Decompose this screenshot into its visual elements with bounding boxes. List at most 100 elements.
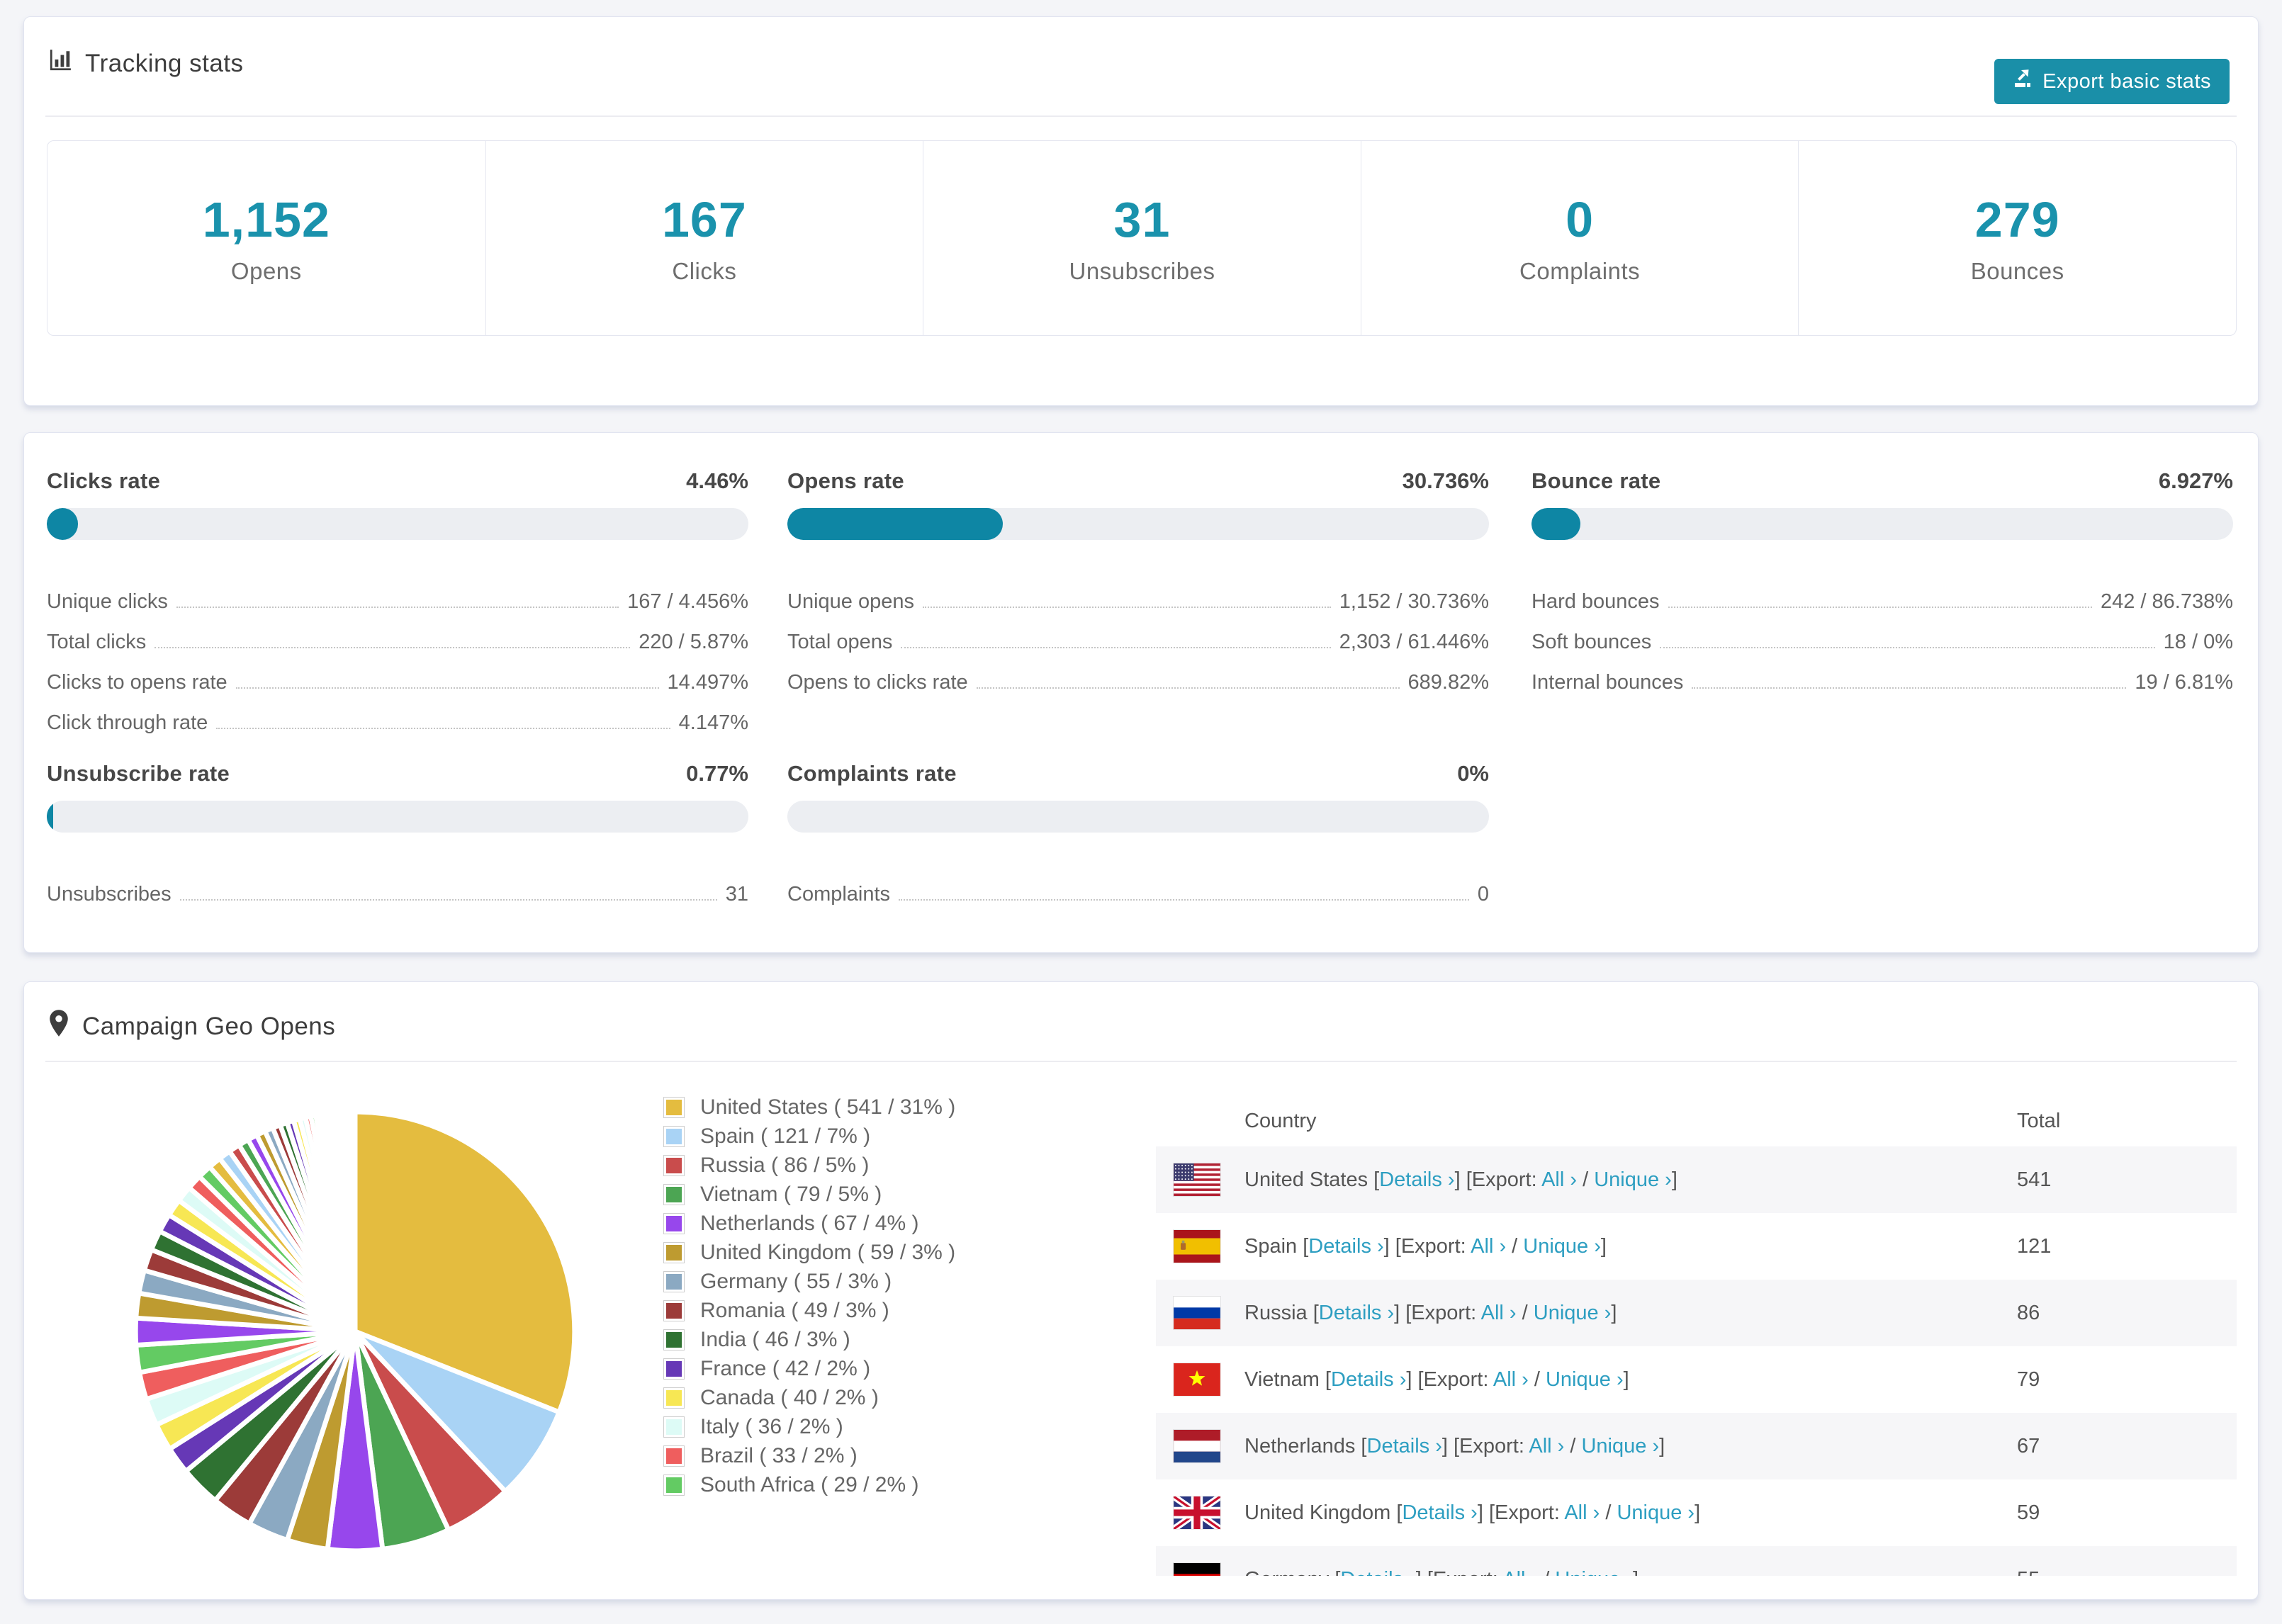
pie-legend: United States ( 541 / 31% ) Spain ( 121 /… — [663, 1093, 955, 1499]
legend-item-netherlands: Netherlands ( 67 / 4% ) — [663, 1209, 955, 1238]
rate-row-value: 31 — [725, 883, 748, 906]
rate-percentage: 6.927% — [2158, 468, 2233, 493]
details-link[interactable]: Details › — [1308, 1235, 1383, 1258]
rate-row-value: 4.147% — [678, 711, 748, 734]
rate-row: Total opens 2,303 / 61.446% — [787, 614, 1489, 654]
export-unique-link[interactable]: Unique › — [1594, 1168, 1672, 1191]
column-header-total: Total — [2017, 1109, 2061, 1132]
export-all-link[interactable]: All › — [1481, 1302, 1517, 1324]
tracking-stats-card: Tracking stats Export basic stats 1,152 O… — [23, 16, 2259, 406]
geo-title: Campaign Geo Opens — [48, 1009, 335, 1044]
stat-value: 279 — [1974, 192, 2060, 247]
rate-rows: Unsubscribes 31 — [47, 866, 748, 906]
stat-box-clicks: 167 Clicks — [485, 141, 923, 335]
legend-swatch — [663, 1387, 685, 1409]
country-name: Germany — [1244, 1568, 1329, 1577]
export-unique-link[interactable]: Unique › — [1523, 1235, 1601, 1258]
details-link[interactable]: Details › — [1319, 1302, 1394, 1324]
rate-row-value: 0 — [1477, 883, 1489, 906]
country-name: Spain — [1244, 1234, 1298, 1258]
export-unique-link[interactable]: Unique › — [1555, 1568, 1633, 1577]
country-cell: Vietnam [Details ›] [Export: All › / Uni… — [1156, 1363, 2017, 1396]
export-all-link[interactable]: All › — [1493, 1368, 1529, 1391]
export-all-link[interactable]: All › — [1471, 1235, 1506, 1258]
dotted-leader — [1692, 687, 2127, 689]
stat-label: Clicks — [672, 258, 737, 284]
country-cell: Netherlands [Details ›] [Export: All › /… — [1156, 1430, 2017, 1462]
export-all-link[interactable]: All › — [1564, 1501, 1600, 1524]
legend-label: Canada ( 40 / 2% ) — [700, 1385, 879, 1409]
export-unique-link[interactable]: Unique › — [1546, 1368, 1624, 1391]
export-button-label: Export basic stats — [2042, 69, 2211, 93]
flag-vn-icon — [1174, 1363, 1220, 1396]
rate-row-label: Internal bounces — [1531, 671, 1684, 694]
rate-row-label: Hard bounces — [1531, 590, 1660, 613]
legend-swatch — [663, 1474, 685, 1496]
rate-row-value: 2,303 / 61.446% — [1339, 631, 1489, 653]
rate-block-complaints-rate: Complaints rate 0% Complaints 0 — [787, 761, 1489, 906]
country-cell: Germany [Details ›] [Export: All › / Uni… — [1156, 1563, 2017, 1577]
table-row-russia: Russia [Details ›] [Export: All › / Uniq… — [1156, 1280, 2237, 1346]
legend-swatch — [663, 1183, 685, 1205]
stat-label: Bounces — [1970, 258, 2064, 284]
dotted-leader — [922, 607, 1331, 608]
country-text: Germany [Details ›] [Export: All › / Uni… — [1244, 1568, 1639, 1577]
legend-swatch — [663, 1270, 685, 1292]
stats-grid: 1,152 Opens 167 Clicks 31 Unsubscribes 0 Compla… — [47, 140, 2237, 336]
header-divider — [45, 115, 2237, 117]
export-icon — [2013, 68, 2034, 95]
export-unique-link[interactable]: Unique › — [1581, 1435, 1659, 1457]
export-all-link[interactable]: All › — [1502, 1568, 1538, 1577]
details-link[interactable]: Details › — [1402, 1501, 1477, 1524]
tracking-stats-title: Tracking stats — [48, 48, 244, 79]
geo-header-divider — [45, 1061, 2237, 1062]
dotted-leader — [235, 687, 659, 689]
legend-swatch — [663, 1096, 685, 1118]
details-link[interactable]: Details › — [1340, 1568, 1415, 1577]
country-text: Spain [Details ›] [Export: All › / Uniqu… — [1244, 1234, 1607, 1258]
legend-swatch — [663, 1299, 685, 1321]
rate-row-value: 19 / 6.81% — [2135, 671, 2233, 694]
country-cell: Spain [Details ›] [Export: All › / Uniqu… — [1156, 1230, 2017, 1263]
tracking-stats-title-text: Tracking stats — [85, 49, 244, 77]
export-all-link[interactable]: All › — [1529, 1435, 1564, 1457]
rate-row-value: 18 / 0% — [2163, 631, 2233, 653]
details-link[interactable]: Details › — [1379, 1168, 1454, 1191]
dotted-leader — [1668, 607, 2092, 608]
legend-swatch — [663, 1329, 685, 1350]
stat-box-bounces: 279 Bounces — [1798, 141, 2236, 335]
rate-row: Opens to clicks rate 689.82% — [787, 654, 1489, 694]
rate-progress-bar — [47, 508, 748, 540]
geo-header: Campaign Geo Opens — [24, 982, 2258, 1062]
total-cell: 59 — [2017, 1501, 2040, 1524]
export-unique-link[interactable]: Unique › — [1534, 1302, 1612, 1324]
rate-percentage: 30.736% — [1402, 468, 1489, 493]
rate-progress-fill — [47, 508, 79, 540]
bar-chart-icon — [48, 48, 72, 79]
details-link[interactable]: Details › — [1367, 1435, 1442, 1457]
legend-item-india: India ( 46 / 3% ) — [663, 1325, 955, 1354]
dotted-leader — [899, 899, 1469, 901]
legend-label: Vietnam ( 79 / 5% ) — [700, 1182, 882, 1206]
legend-label: Brazil ( 33 / 2% ) — [700, 1443, 858, 1467]
map-pin-icon — [48, 1009, 69, 1044]
dotted-leader — [216, 728, 670, 729]
rate-row-label: Clicks to opens rate — [47, 671, 227, 694]
rate-row-value: 14.497% — [667, 671, 749, 694]
rate-row: Unsubscribes 31 — [47, 866, 748, 906]
rate-row-value: 220 / 5.87% — [639, 631, 748, 653]
export-unique-link[interactable]: Unique › — [1617, 1501, 1694, 1524]
rate-progress-bar — [787, 801, 1489, 833]
export-basic-stats-button[interactable]: Export basic stats — [1994, 59, 2230, 104]
legend-label: Spain ( 121 / 7% ) — [700, 1124, 871, 1148]
rate-head: Bounce rate 6.927% — [1531, 468, 2233, 498]
campaign-geo-opens-card: Campaign Geo Opens United States ( 541 /… — [23, 981, 2259, 1600]
rate-progress-fill — [1531, 508, 1580, 540]
rate-block-clicks-rate: Clicks rate 4.46% Unique clicks 167 / 4.456… — [47, 468, 748, 735]
export-all-link[interactable]: All › — [1541, 1168, 1577, 1191]
details-link[interactable]: Details › — [1331, 1368, 1406, 1391]
dashboard-page: { "page": { "background": "#f4f5f8", "ac… — [0, 0, 2282, 1624]
dotted-leader — [179, 899, 717, 901]
rate-row: Unique clicks 167 / 4.456% — [47, 573, 748, 614]
rate-row: Hard bounces 242 / 86.738% — [1531, 573, 2233, 614]
